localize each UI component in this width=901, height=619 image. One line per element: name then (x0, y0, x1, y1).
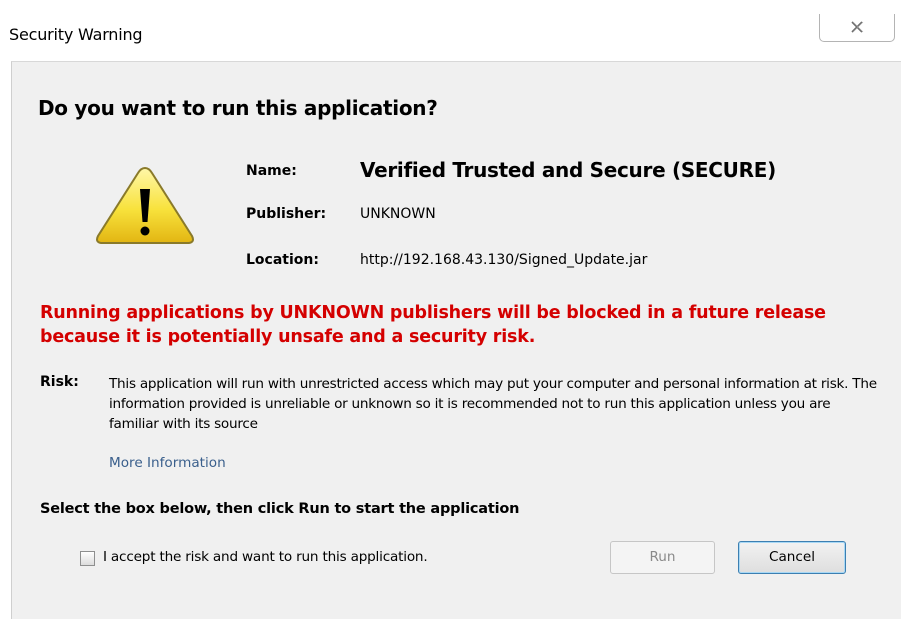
title-bar: Security Warning (0, 0, 901, 60)
accept-risk-checkbox[interactable] (80, 551, 95, 566)
dialog-heading: Do you want to run this application? (38, 96, 438, 120)
location-value: http://192.168.43.130/Signed_Update.jar (360, 252, 648, 268)
instruction-heading: Select the box below, then click Run to … (40, 501, 520, 517)
name-label: Name: (246, 163, 297, 179)
accept-risk-label[interactable]: I accept the risk and want to run this a… (103, 549, 428, 565)
cancel-button[interactable]: Cancel (738, 541, 846, 574)
close-icon (851, 21, 864, 33)
publisher-value: UNKNOWN (360, 206, 436, 222)
publisher-label: Publisher: (246, 206, 327, 222)
risk-description: This application will run with unrestric… (109, 376, 877, 432)
risk-label: Risk: (40, 374, 79, 390)
window-title: Security Warning (9, 25, 143, 44)
warning-triangle-icon (94, 164, 196, 250)
more-information-link[interactable]: More Information (109, 455, 226, 471)
publisher-warning-text: Running applications by UNKNOWN publishe… (40, 303, 826, 347)
close-button[interactable] (819, 14, 895, 42)
security-warning-dialog: Security Warning Do you want to run this… (0, 0, 901, 619)
run-button[interactable]: Run (610, 541, 715, 574)
location-label: Location: (246, 252, 319, 268)
app-name-value: Verified Trusted and Secure (SECURE) (360, 158, 776, 182)
